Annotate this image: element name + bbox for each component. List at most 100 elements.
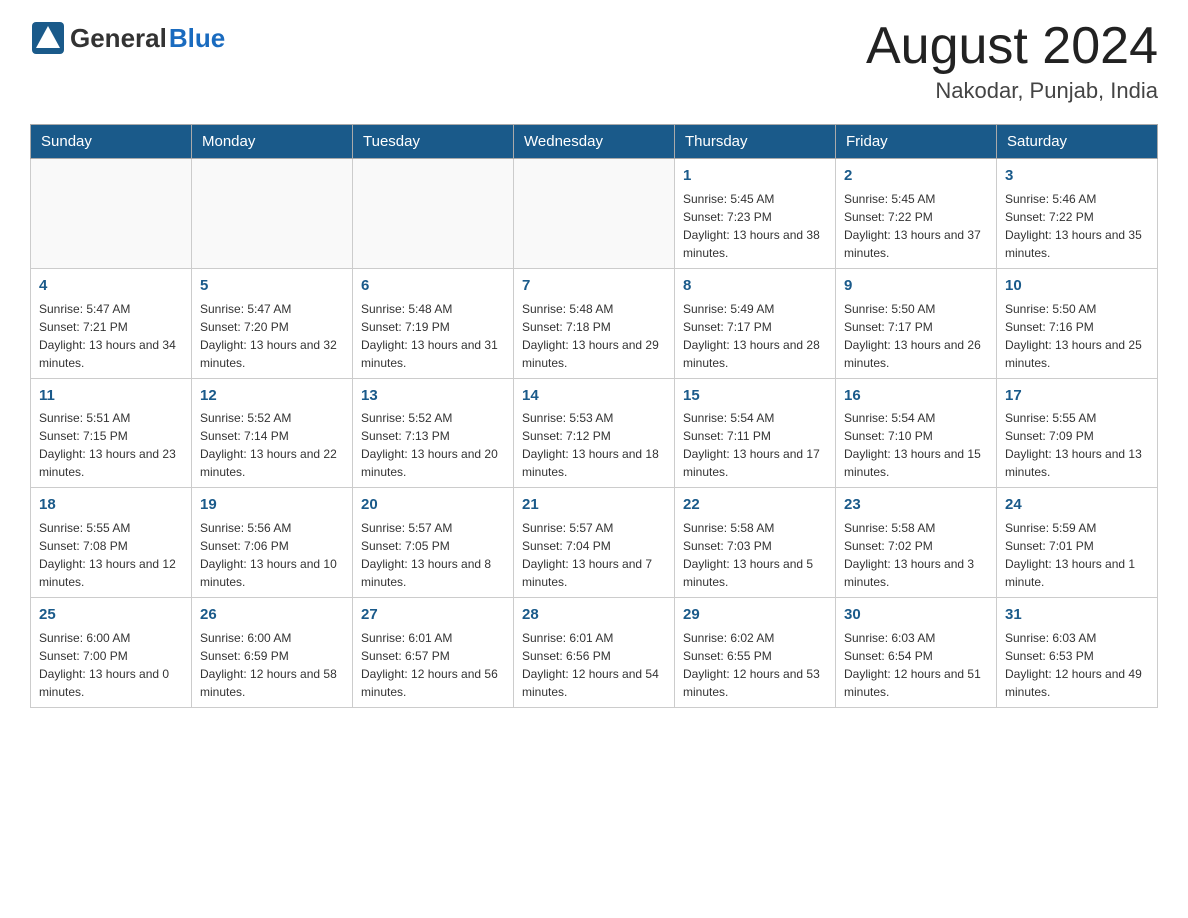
- calendar-cell: 29 Sunrise: 6:02 AM Sunset: 6:55 PM Dayli…: [675, 598, 836, 708]
- calendar-cell: 19 Sunrise: 5:56 AM Sunset: 7:06 PM Dayli…: [192, 488, 353, 598]
- page-header: General Blue August 2024 Nakodar, Punjab…: [30, 20, 1158, 104]
- day-info: Sunrise: 5:58 AM Sunset: 7:03 PM Dayligh…: [683, 519, 827, 591]
- day-number: 20: [361, 494, 505, 516]
- day-number: 12: [200, 385, 344, 407]
- day-info: Sunrise: 5:55 AM Sunset: 7:08 PM Dayligh…: [39, 519, 183, 591]
- calendar-table: SundayMondayTuesdayWednesdayThursdayFrid…: [30, 124, 1158, 708]
- day-number: 17: [1005, 385, 1149, 407]
- day-number: 8: [683, 275, 827, 297]
- day-info: Sunrise: 5:50 AM Sunset: 7:17 PM Dayligh…: [844, 300, 988, 372]
- day-number: 6: [361, 275, 505, 297]
- calendar-cell: 26 Sunrise: 6:00 AM Sunset: 6:59 PM Dayli…: [192, 598, 353, 708]
- calendar-cell: 6 Sunrise: 5:48 AM Sunset: 7:19 PM Daylig…: [353, 268, 514, 378]
- calendar-cell: 1 Sunrise: 5:45 AM Sunset: 7:23 PM Daylig…: [675, 159, 836, 269]
- day-number: 1: [683, 165, 827, 187]
- day-info: Sunrise: 6:01 AM Sunset: 6:57 PM Dayligh…: [361, 629, 505, 701]
- calendar-week-row: 18Sunrise: 5:55 AM Sunset: 7:08 PM Dayli…: [31, 488, 1158, 598]
- calendar-cell: 24Sunrise: 5:59 AM Sunset: 7:01 PM Dayli…: [997, 488, 1158, 598]
- day-number: 11: [39, 385, 183, 407]
- calendar-cell: 16Sunrise: 5:54 AM Sunset: 7:10 PM Dayli…: [836, 378, 997, 488]
- day-info: Sunrise: 5:56 AM Sunset: 7:06 PM Dayligh…: [200, 519, 344, 591]
- day-number: 28: [522, 604, 666, 626]
- day-info: Sunrise: 5:52 AM Sunset: 7:14 PM Dayligh…: [200, 409, 344, 481]
- day-info: Sunrise: 5:51 AM Sunset: 7:15 PM Dayligh…: [39, 409, 183, 481]
- day-info: Sunrise: 6:03 AM Sunset: 6:54 PM Dayligh…: [844, 629, 988, 701]
- day-number: 4: [39, 275, 183, 297]
- day-info: Sunrise: 5:50 AM Sunset: 7:16 PM Dayligh…: [1005, 300, 1149, 372]
- day-number: 21: [522, 494, 666, 516]
- day-info: Sunrise: 6:02 AM Sunset: 6:55 PM Dayligh…: [683, 629, 827, 701]
- weekday-header-wednesday: Wednesday: [514, 125, 675, 159]
- logo-blue-text: Blue: [169, 23, 225, 54]
- day-info: Sunrise: 6:00 AM Sunset: 7:00 PM Dayligh…: [39, 629, 183, 701]
- day-info: Sunrise: 5:59 AM Sunset: 7:01 PM Dayligh…: [1005, 519, 1149, 591]
- day-info: Sunrise: 5:57 AM Sunset: 7:05 PM Dayligh…: [361, 519, 505, 591]
- day-info: Sunrise: 5:48 AM Sunset: 7:19 PM Dayligh…: [361, 300, 505, 372]
- weekday-header-saturday: Saturday: [997, 125, 1158, 159]
- weekday-header-tuesday: Tuesday: [353, 125, 514, 159]
- calendar-cell: 22 Sunrise: 5:58 AM Sunset: 7:03 PM Dayli…: [675, 488, 836, 598]
- day-number: 2: [844, 165, 988, 187]
- weekday-header-thursday: Thursday: [675, 125, 836, 159]
- calendar-cell: 10 Sunrise: 5:50 AM Sunset: 7:16 PM Dayli…: [997, 268, 1158, 378]
- calendar-cell: 13Sunrise: 5:52 AM Sunset: 7:13 PM Dayli…: [353, 378, 514, 488]
- day-number: 29: [683, 604, 827, 626]
- day-info: Sunrise: 5:53 AM Sunset: 7:12 PM Dayligh…: [522, 409, 666, 481]
- calendar-cell: 7Sunrise: 5:48 AM Sunset: 7:18 PM Daylig…: [514, 268, 675, 378]
- day-number: 27: [361, 604, 505, 626]
- calendar-cell: 2 Sunrise: 5:45 AM Sunset: 7:22 PM Daylig…: [836, 159, 997, 269]
- day-info: Sunrise: 5:55 AM Sunset: 7:09 PM Dayligh…: [1005, 409, 1149, 481]
- calendar-week-row: 11Sunrise: 5:51 AM Sunset: 7:15 PM Dayli…: [31, 378, 1158, 488]
- day-info: Sunrise: 5:45 AM Sunset: 7:23 PM Dayligh…: [683, 190, 827, 262]
- calendar-cell: 27 Sunrise: 6:01 AM Sunset: 6:57 PM Dayli…: [353, 598, 514, 708]
- day-info: Sunrise: 5:52 AM Sunset: 7:13 PM Dayligh…: [361, 409, 505, 481]
- day-info: Sunrise: 5:47 AM Sunset: 7:21 PM Dayligh…: [39, 300, 183, 372]
- calendar-cell: [31, 159, 192, 269]
- calendar-header-row: SundayMondayTuesdayWednesdayThursdayFrid…: [31, 125, 1158, 159]
- calendar-cell: 23Sunrise: 5:58 AM Sunset: 7:02 PM Dayli…: [836, 488, 997, 598]
- calendar-week-row: 1 Sunrise: 5:45 AM Sunset: 7:23 PM Daylig…: [31, 159, 1158, 269]
- logo: General Blue: [30, 20, 225, 56]
- day-number: 10: [1005, 275, 1149, 297]
- day-info: Sunrise: 5:45 AM Sunset: 7:22 PM Dayligh…: [844, 190, 988, 262]
- day-info: Sunrise: 5:57 AM Sunset: 7:04 PM Dayligh…: [522, 519, 666, 591]
- day-number: 14: [522, 385, 666, 407]
- day-info: Sunrise: 6:03 AM Sunset: 6:53 PM Dayligh…: [1005, 629, 1149, 701]
- day-info: Sunrise: 6:00 AM Sunset: 6:59 PM Dayligh…: [200, 629, 344, 701]
- day-number: 7: [522, 275, 666, 297]
- day-number: 22: [683, 494, 827, 516]
- day-number: 26: [200, 604, 344, 626]
- day-number: 5: [200, 275, 344, 297]
- calendar-cell: 25Sunrise: 6:00 AM Sunset: 7:00 PM Dayli…: [31, 598, 192, 708]
- calendar-cell: [353, 159, 514, 269]
- day-number: 15: [683, 385, 827, 407]
- day-number: 13: [361, 385, 505, 407]
- calendar-cell: 30 Sunrise: 6:03 AM Sunset: 6:54 PM Dayli…: [836, 598, 997, 708]
- day-number: 9: [844, 275, 988, 297]
- calendar-cell: 5 Sunrise: 5:47 AM Sunset: 7:20 PM Daylig…: [192, 268, 353, 378]
- calendar-cell: 28 Sunrise: 6:01 AM Sunset: 6:56 PM Dayli…: [514, 598, 675, 708]
- calendar-cell: 11Sunrise: 5:51 AM Sunset: 7:15 PM Dayli…: [31, 378, 192, 488]
- calendar-cell: 21 Sunrise: 5:57 AM Sunset: 7:04 PM Dayli…: [514, 488, 675, 598]
- weekday-header-sunday: Sunday: [31, 125, 192, 159]
- day-info: Sunrise: 5:47 AM Sunset: 7:20 PM Dayligh…: [200, 300, 344, 372]
- logo-general-text: General: [70, 23, 167, 54]
- calendar-cell: 4 Sunrise: 5:47 AM Sunset: 7:21 PM Daylig…: [31, 268, 192, 378]
- calendar-cell: 15Sunrise: 5:54 AM Sunset: 7:11 PM Dayli…: [675, 378, 836, 488]
- calendar-cell: 20 Sunrise: 5:57 AM Sunset: 7:05 PM Dayli…: [353, 488, 514, 598]
- day-info: Sunrise: 6:01 AM Sunset: 6:56 PM Dayligh…: [522, 629, 666, 701]
- day-number: 19: [200, 494, 344, 516]
- calendar-cell: 17Sunrise: 5:55 AM Sunset: 7:09 PM Dayli…: [997, 378, 1158, 488]
- day-info: Sunrise: 5:54 AM Sunset: 7:11 PM Dayligh…: [683, 409, 827, 481]
- day-info: Sunrise: 5:49 AM Sunset: 7:17 PM Dayligh…: [683, 300, 827, 372]
- day-info: Sunrise: 5:46 AM Sunset: 7:22 PM Dayligh…: [1005, 190, 1149, 262]
- day-number: 31: [1005, 604, 1149, 626]
- day-info: Sunrise: 5:58 AM Sunset: 7:02 PM Dayligh…: [844, 519, 988, 591]
- day-number: 3: [1005, 165, 1149, 187]
- calendar-cell: 18Sunrise: 5:55 AM Sunset: 7:08 PM Dayli…: [31, 488, 192, 598]
- day-number: 30: [844, 604, 988, 626]
- calendar-week-row: 4 Sunrise: 5:47 AM Sunset: 7:21 PM Daylig…: [31, 268, 1158, 378]
- title-section: August 2024 Nakodar, Punjab, India: [866, 20, 1158, 104]
- weekday-header-friday: Friday: [836, 125, 997, 159]
- calendar-cell: 12Sunrise: 5:52 AM Sunset: 7:14 PM Dayli…: [192, 378, 353, 488]
